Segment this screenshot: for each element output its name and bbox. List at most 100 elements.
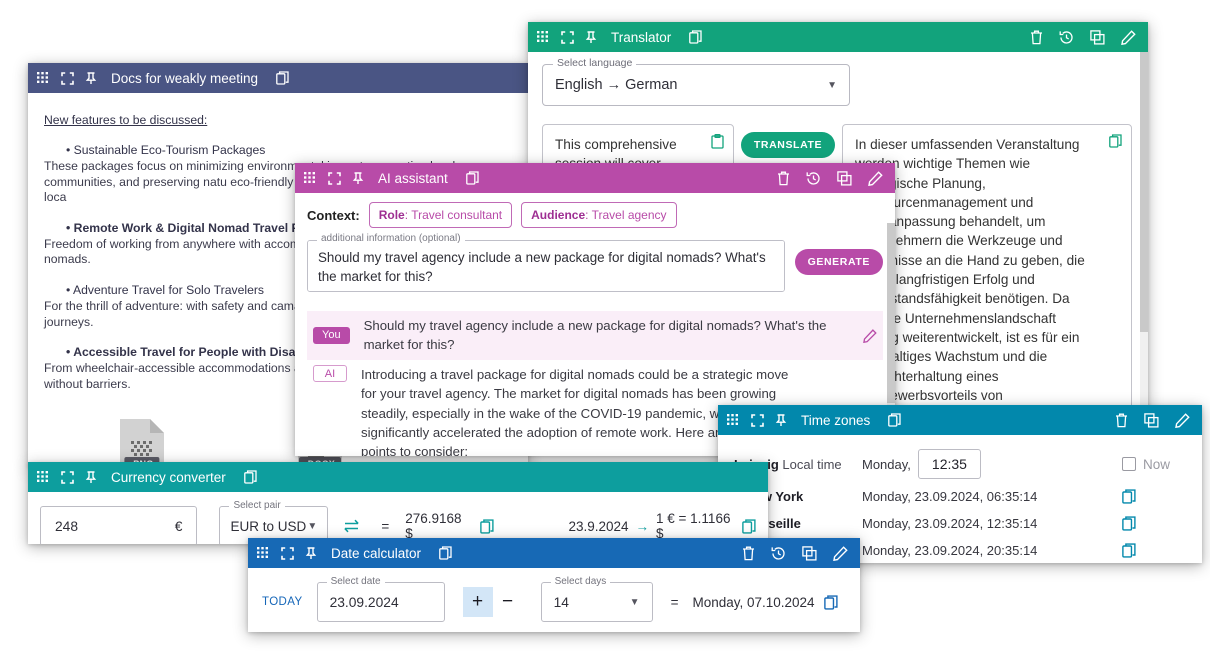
delete-icon[interactable] (777, 171, 790, 186)
duplicate-icon[interactable] (802, 545, 817, 561)
chip-key: Role (378, 208, 405, 222)
select-days-input[interactable]: Select days 14 ▼ (540, 576, 653, 622)
file-png-icon: .PNG (86, 417, 198, 467)
edit-icon[interactable] (833, 545, 848, 561)
grid-icon[interactable] (727, 413, 740, 427)
pin-icon[interactable] (85, 470, 97, 484)
datecalc-titlebar[interactable]: Date calculator (248, 538, 860, 568)
datecalc-content: TODAY Select date 23.09.2024 + − Select … (248, 568, 860, 622)
pin-icon[interactable] (585, 30, 597, 44)
docs-titlebar[interactable]: Docs for weakly meeting (28, 63, 528, 93)
duplicate-icon[interactable] (837, 170, 852, 186)
grid-icon[interactable] (37, 470, 50, 484)
duplicate-icon[interactable] (1090, 29, 1105, 45)
grid-icon[interactable] (37, 71, 50, 85)
ai-title: AI assistant (378, 170, 448, 186)
plus-minus-toggle[interactable]: + − (462, 587, 523, 617)
timezones-titlebar[interactable]: Time zones (718, 405, 1202, 435)
copy-icon[interactable] (823, 594, 838, 610)
paste-icon[interactable] (711, 134, 724, 149)
ai-prompt-input[interactable] (307, 240, 785, 292)
pin-icon[interactable] (85, 71, 97, 85)
now-checkbox[interactable] (1122, 457, 1136, 471)
window-currency-converter[interactable]: Currency converter 248 € Select pair EUR… (28, 462, 768, 544)
delete-icon[interactable] (1115, 413, 1128, 428)
timezone-city-suffix: Local time (782, 456, 842, 472)
window-date-calculator[interactable]: Date calculator TODAY Select date 23.09.… (248, 538, 860, 632)
expand-icon[interactable] (561, 30, 574, 44)
now-toggle[interactable]: Now (1122, 457, 1170, 472)
select-language-field[interactable]: Select language English → German ▼ (542, 57, 850, 106)
delete-icon[interactable] (1030, 30, 1043, 45)
timezone-time-input[interactable]: 12:35 (917, 449, 981, 479)
message-text: Should my travel agency include a new pa… (363, 318, 827, 353)
ai-textarea-legend: additional information (optional) (317, 233, 465, 244)
translate-button[interactable]: TRANSLATE (740, 132, 836, 158)
expand-icon[interactable] (751, 413, 764, 427)
currency-titlebar[interactable]: Currency converter (28, 462, 768, 492)
copy-icon[interactable] (1122, 516, 1136, 531)
edit-icon[interactable] (863, 329, 877, 343)
minus-button[interactable]: − (493, 587, 523, 617)
translator-titlebar[interactable]: Translator (528, 22, 1148, 52)
copy-icon[interactable] (1122, 489, 1136, 504)
scrollbar-thumb[interactable] (1140, 52, 1148, 332)
history-icon[interactable] (1059, 30, 1074, 45)
expand-icon[interactable] (61, 71, 74, 85)
copy-icon[interactable] (742, 518, 756, 534)
generate-button[interactable]: GENERATE (794, 249, 883, 275)
scrollbar-thumb[interactable] (887, 223, 895, 403)
chevron-down-icon[interactable]: ▼ (630, 597, 640, 608)
file-item[interactable]: .PNG nomadChart.png (86, 417, 198, 467)
select-date-input[interactable]: Select date 23.09.2024 (316, 576, 445, 622)
docs-title: Docs for weakly meeting (111, 70, 259, 86)
copy-icon[interactable] (439, 546, 452, 560)
translator-scrollbar[interactable] (1140, 52, 1148, 420)
rate-value: 1 € = 1.1166 $ (656, 511, 731, 541)
plus-button[interactable]: + (462, 587, 493, 617)
expand-icon[interactable] (61, 470, 74, 484)
timezone-value: Monday, 23.09.2024, 20:35:14 (862, 543, 1038, 558)
copy-icon[interactable] (480, 518, 495, 534)
swap-currency-icon[interactable] (342, 518, 361, 534)
delete-icon[interactable] (742, 546, 755, 561)
context-chip-audience[interactable]: Audience: Travel agency (521, 202, 677, 228)
docs-lead: New features to be discussed: (44, 113, 208, 127)
pin-icon[interactable] (775, 413, 787, 427)
duplicate-icon[interactable] (1144, 412, 1159, 428)
edit-icon[interactable] (1175, 412, 1190, 428)
history-icon[interactable] (771, 546, 786, 561)
edit-icon[interactable] (1121, 29, 1136, 45)
amount-input[interactable]: 248 € (40, 506, 198, 544)
copy-icon[interactable] (465, 171, 479, 185)
context-chip-role[interactable]: Role: Travel consultant (368, 202, 513, 228)
expand-icon[interactable] (281, 546, 294, 560)
select-days-legend: Select days (550, 576, 611, 587)
grid-icon[interactable] (257, 546, 270, 560)
copy-icon[interactable] (243, 470, 257, 484)
chevron-down-icon[interactable]: ▼ (827, 80, 837, 91)
expand-icon[interactable] (328, 171, 341, 185)
rate-arrow-icon: → (635, 518, 650, 534)
today-button[interactable]: TODAY (262, 596, 303, 608)
grid-icon[interactable] (304, 171, 317, 185)
copy-icon[interactable] (689, 30, 702, 44)
ai-titlebar[interactable]: AI assistant (295, 163, 895, 193)
pair-legend: Select pair (229, 500, 285, 511)
desktop-canvas: Docs for weakly meeting New features to … (0, 0, 1210, 663)
pair-value: EUR to USD (230, 518, 307, 534)
timezone-value: Monday, 23.09.2024, 12:35:14 (862, 516, 1038, 531)
pin-icon[interactable] (352, 171, 364, 185)
grid-icon[interactable] (537, 30, 550, 44)
chat-message-user: You Should my travel agency include a ne… (307, 311, 883, 360)
copy-icon[interactable] (888, 413, 901, 427)
history-icon[interactable] (806, 171, 821, 186)
datecalc-result: Monday, 07.10.2024 (692, 594, 815, 610)
equals-sign: = (670, 594, 679, 610)
copy-icon[interactable] (1122, 543, 1136, 558)
edit-icon[interactable] (868, 170, 883, 186)
copy-icon[interactable] (276, 71, 289, 85)
pin-icon[interactable] (305, 546, 317, 560)
copy-icon[interactable] (1109, 134, 1122, 148)
chevron-down-icon[interactable]: ▼ (307, 521, 317, 532)
